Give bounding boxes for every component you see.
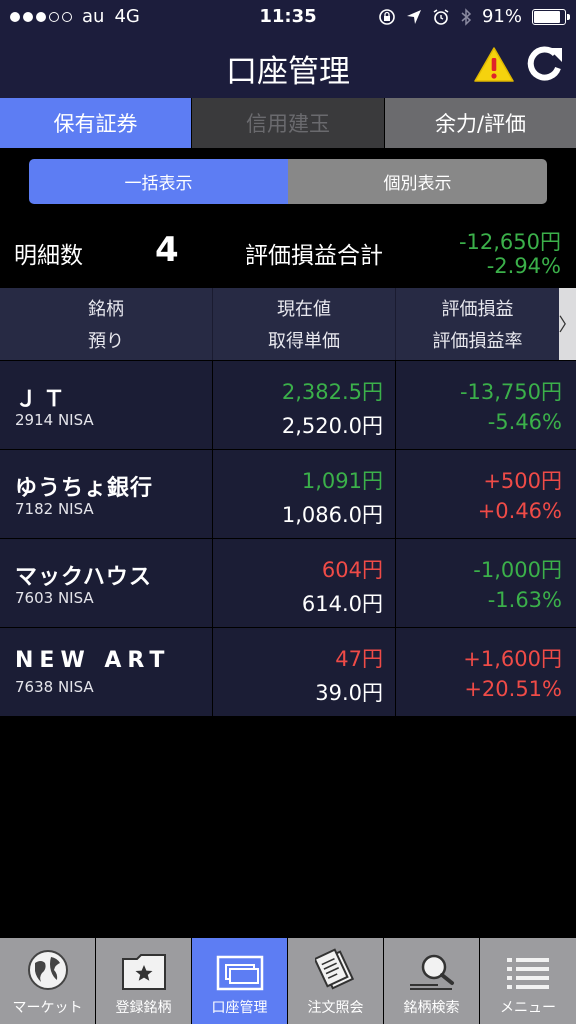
segment-bulk-view[interactable]: 一括表示 — [29, 159, 288, 204]
location-icon — [406, 9, 421, 24]
unrealized-pl-rate: -1.63% — [487, 588, 562, 612]
price-cell: 604円 614.0円 — [213, 539, 396, 627]
stock-code: 7603 NISA — [15, 589, 94, 607]
stock-code: 7182 NISA — [15, 500, 94, 518]
stock-name: ＪＴ — [15, 387, 72, 412]
header-pl: 評価損益 評価損益率 — [396, 288, 559, 360]
tabbar-label: メニュー — [500, 1000, 556, 1016]
tabbar-orders[interactable]: 注文照会 — [288, 938, 383, 1024]
price-cell: 1,091円 1,086.0円 — [213, 450, 396, 538]
header-acquisition-price: 取得単価 — [268, 331, 340, 352]
pl-cell: +500円 +0.46% — [396, 450, 576, 538]
chevron-right-icon: 〉 — [558, 315, 576, 336]
tabbar-label: 登録銘柄 — [115, 1000, 172, 1016]
battery-level-fill — [534, 10, 560, 23]
bluetooth-icon — [461, 7, 472, 26]
table-row[interactable]: ゆうちょ銀行 7182 NISA 1,091円 1,086.0円 +500円 +… — [0, 450, 576, 539]
current-price: 1,091円 — [301, 469, 383, 493]
tabbar-market[interactable]: マーケット — [0, 938, 95, 1024]
current-price: 2,382.5円 — [281, 380, 383, 404]
unrealized-pl: -1,000円 — [473, 558, 562, 582]
total-pl-amount: -12,650円 — [458, 230, 561, 254]
battery-icon — [532, 8, 570, 25]
acquisition-price: 1,086.0円 — [281, 503, 383, 527]
segment-individual-view[interactable]: 個別表示 — [288, 159, 547, 204]
table-row[interactable]: NEW ART 7638 NISA 47円 39.0円 +1,600円 +20.… — [0, 628, 576, 717]
tab-margin-positions[interactable]: 信用建玉 — [192, 98, 384, 148]
tab-buying-power[interactable]: 余力/評価 — [385, 98, 576, 148]
stock-name: マックハウス — [15, 565, 152, 590]
unrealized-pl: -13,750円 — [459, 380, 562, 404]
refresh-icon[interactable] — [524, 44, 564, 84]
search-icon — [409, 954, 454, 990]
tabbar-search[interactable]: 銘柄検索 — [384, 938, 479, 1024]
current-price: 604円 — [321, 558, 383, 582]
unrealized-pl-rate: +20.51% — [464, 677, 562, 701]
unrealized-pl: +500円 — [483, 469, 562, 493]
stock-code: 2914 NISA — [15, 411, 94, 429]
header-unrealized-pl: 評価損益 — [441, 299, 514, 320]
folder-star-icon — [121, 954, 166, 990]
stock-cell: ＪＴ 2914 NISA — [0, 361, 213, 449]
stock-name: NEW ART — [15, 648, 171, 673]
holdings-list: ＪＴ 2914 NISA 2,382.5円 2,520.0円 -13,750円 … — [0, 361, 576, 717]
header-custody: 預り — [88, 331, 124, 352]
scroll-columns-button[interactable]: 〉 — [559, 288, 576, 360]
battery-percent: 91% — [481, 6, 522, 27]
item-count-label: 明細数 — [14, 243, 83, 269]
alarm-icon — [433, 8, 449, 25]
acquisition-price: 614.0円 — [301, 592, 383, 616]
bottom-tab-bar: マーケット 登録銘柄 口座管理 注文照会 銘柄検索 メニュー — [0, 938, 576, 1024]
stock-cell: NEW ART 7638 NISA — [0, 628, 213, 716]
status-bar: au 4G 11:35 91% — [0, 0, 576, 34]
acquisition-price: 39.0円 — [315, 681, 383, 705]
header-current-price: 現在値 — [277, 299, 331, 320]
main-tabs: 保有証券 信用建玉 余力/評価 — [0, 98, 576, 148]
stock-cell: ゆうちょ銀行 7182 NISA — [0, 450, 213, 538]
unrealized-pl: +1,600円 — [463, 647, 562, 671]
header-stock: 銘柄 預り — [0, 288, 213, 360]
header-unrealized-pl-rate: 評価損益率 — [432, 331, 523, 352]
current-price: 47円 — [335, 647, 383, 671]
tab-holdings[interactable]: 保有証券 — [0, 98, 191, 148]
status-right: 91% — [378, 6, 570, 27]
pl-cell: +1,600円 +20.51% — [396, 628, 576, 716]
stock-name: ゆうちょ銀行 — [15, 476, 154, 501]
globe-icon — [27, 950, 68, 990]
menu-icon — [507, 958, 549, 989]
summary-row: 明細数 4 評価損益合計 -12,650円 -2.94% — [0, 216, 576, 288]
header-price: 現在値 取得単価 — [213, 288, 396, 360]
tabbar-label: 口座管理 — [211, 1000, 268, 1016]
tabbar-label: 銘柄検索 — [403, 1000, 460, 1016]
account-cards-icon — [216, 955, 263, 991]
price-cell: 47円 39.0円 — [213, 628, 396, 716]
documents-icon — [314, 948, 354, 990]
tabbar-label: 注文照会 — [307, 1000, 364, 1016]
acquisition-price: 2,520.0円 — [281, 414, 383, 438]
pl-cell: -1,000円 -1.63% — [396, 539, 576, 627]
price-cell: 2,382.5円 2,520.0円 — [213, 361, 396, 449]
item-count: 4 — [155, 230, 179, 270]
stock-cell: マックハウス 7603 NISA — [0, 539, 213, 627]
tabbar-menu[interactable]: メニュー — [480, 938, 576, 1024]
table-row[interactable]: ＪＴ 2914 NISA 2,382.5円 2,520.0円 -13,750円 … — [0, 361, 576, 450]
stock-code: 7638 NISA — [15, 678, 94, 696]
warning-icon[interactable] — [473, 46, 515, 83]
header-stock-name: 銘柄 — [88, 299, 124, 320]
tabbar-account[interactable]: 口座管理 — [192, 938, 287, 1024]
display-mode-toggle: 一括表示 個別表示 — [29, 159, 547, 204]
unrealized-pl-rate: -5.46% — [487, 410, 562, 434]
pl-cell: -13,750円 -5.46% — [396, 361, 576, 449]
unrealized-pl-rate: +0.46% — [477, 499, 562, 523]
tabbar-label: マーケット — [12, 1000, 83, 1016]
tabbar-watchlist[interactable]: 登録銘柄 — [96, 938, 191, 1024]
rotation-lock-icon — [379, 8, 395, 25]
table-row[interactable]: マックハウス 7603 NISA 604円 614.0円 -1,000円 -1.… — [0, 539, 576, 628]
total-pl-label: 評価損益合計 — [245, 243, 383, 269]
table-header: 銘柄 預り 現在値 取得単価 評価損益 評価損益率 〉 — [0, 288, 576, 360]
total-pl-rate: -2.94% — [486, 254, 561, 278]
